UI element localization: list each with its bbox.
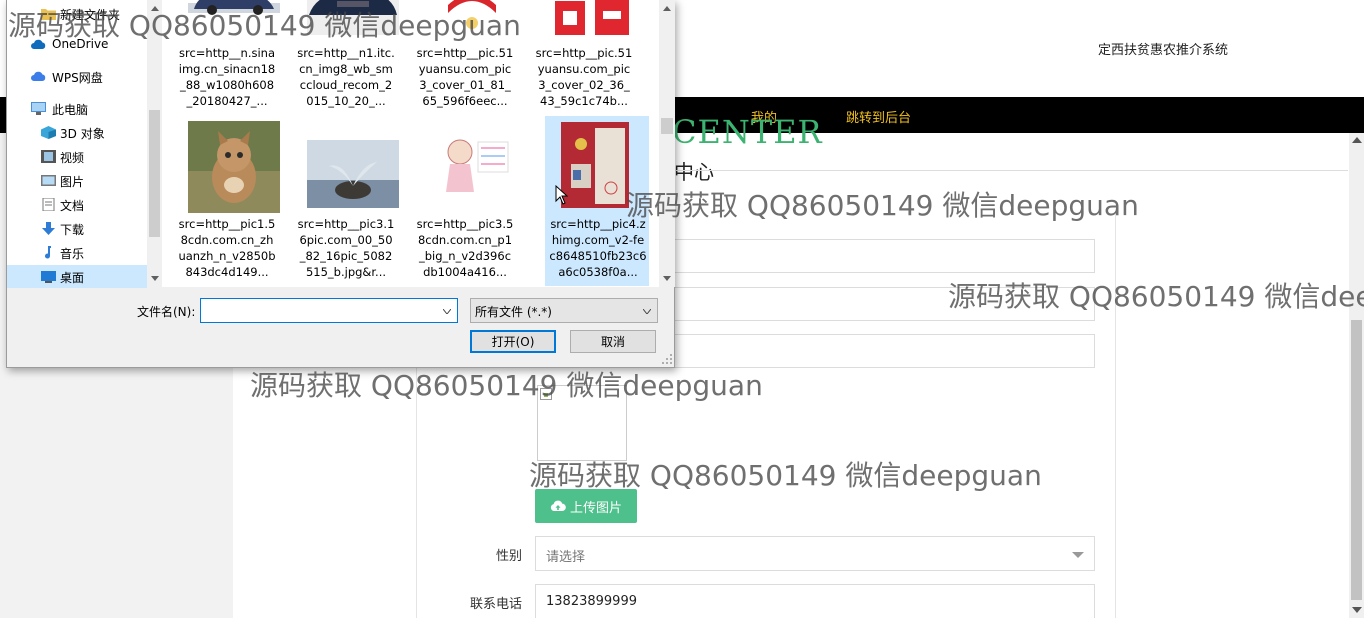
file-name: src=http__pic3.16pic.com_00_50_82_16pic_… [297, 217, 395, 279]
filetype-value: 所有文件 (*.*) [475, 305, 552, 319]
cube-icon [41, 126, 56, 139]
music-icon [45, 246, 51, 259]
file-item[interactable]: src=http__pic.51yuansu.com_pic3_cover_02… [531, 0, 637, 113]
video-icon [41, 150, 56, 163]
red-logo-thumbnail-icon [545, 0, 637, 35]
chevron-down-icon[interactable] [643, 309, 651, 314]
file-item[interactable]: src=http__pic1.58cdn.com.cn_zhuanzh_n_v2… [174, 116, 280, 286]
sprout-thumbnail-icon [307, 140, 399, 208]
nav-item-wps[interactable]: WPS网盘 [7, 65, 147, 88]
file-open-dialog: 新建文件夹 OneDrive WPS网盘 此电脑 3D 对象 视频 图片 文档 [6, 0, 675, 368]
gender-label: 性别 [495, 549, 522, 564]
nav-item-music[interactable]: 音乐 [7, 241, 147, 264]
download-icon [42, 222, 55, 235]
watermark: 源码获取 QQ86050149 微信deepguan [626, 189, 1139, 222]
nav-item-desktop[interactable]: 桌面 [7, 265, 147, 288]
file-name: src=http__pic1.58cdn.com.cn_zhuanzh_n_v2… [178, 217, 276, 279]
file-thumbnail [188, 121, 280, 213]
kitten-thumbnail-icon [188, 121, 280, 213]
file-list-scrollbar-thumb[interactable] [661, 118, 673, 134]
watermark: 源码获取 QQ86050149 微信deepguan [948, 280, 1364, 313]
desktop-icon [41, 271, 56, 283]
file-scroll-up-icon[interactable] [663, 6, 671, 11]
file-name: src=http__n1.itc.cn_img8_wb_smccloud_rec… [297, 46, 395, 108]
mouse-cursor-icon [555, 185, 569, 205]
watermark: 源码获取 QQ86050149 微信deepguan [8, 9, 521, 42]
scroll-down-arrow-icon[interactable] [1352, 607, 1362, 613]
file-item[interactable]: src=http__pic3.16pic.com_00_50_82_16pic_… [293, 116, 399, 286]
cancel-button[interactable]: 取消 [570, 330, 656, 353]
file-name: src=http__pic4.zhimg.com_v2-fec8648510fb… [549, 217, 647, 279]
file-name: src=http__n.sinaimg.cn_sinacn18_88_w1080… [178, 46, 276, 108]
upload-image-button[interactable]: 上传图片 [535, 489, 637, 523]
page-scrollbar-thumb[interactable] [1351, 320, 1362, 600]
site-title: 定西扶贫惠农推介系统 [1098, 43, 1229, 58]
file-thumbnail [561, 122, 629, 208]
document-icon [42, 198, 55, 211]
file-name: src=http__pic.51yuansu.com_pic3_cover_01… [416, 46, 514, 108]
picture-icon [41, 175, 56, 186]
nav-scroll-down-icon[interactable] [151, 276, 159, 281]
nav-item-pictures[interactable]: 图片 [7, 169, 147, 192]
file-thumbnail [426, 132, 518, 208]
nav-item-videos[interactable]: 视频 [7, 145, 147, 168]
cartoon-girl-thumbnail-icon [426, 132, 518, 208]
scroll-up-arrow-icon[interactable] [1352, 137, 1362, 143]
filename-input[interactable] [200, 298, 458, 323]
nav-item-3d-objects[interactable]: 3D 对象 [7, 121, 147, 144]
nav-item-this-pc[interactable]: 此电脑 [7, 97, 147, 120]
file-list-scrollbar[interactable] [659, 0, 675, 287]
watermark: 源码获取 QQ86050149 微信deepguan [250, 369, 763, 402]
cloud-icon [31, 71, 46, 81]
phone-input[interactable]: 13823899999 [535, 584, 1095, 618]
filename-label: 文件名(N): [137, 305, 196, 319]
upload-button-label: 上传图片 [569, 500, 622, 516]
nav-item-admin[interactable]: 跳转到后台 [846, 107, 911, 126]
file-name: src=http__pic.51yuansu.com_pic3_cover_02… [535, 46, 633, 108]
computer-icon [31, 102, 46, 115]
file-item[interactable]: src=http__pic3.58cdn.com.cn_p1_big_n_v2d… [412, 116, 518, 286]
file-name: src=http__pic3.58cdn.com.cn_p1_big_n_v2d… [416, 217, 514, 279]
divider [672, 170, 1348, 171]
phone-label: 联系电话 [469, 597, 522, 612]
gender-select[interactable]: 请选择 [535, 536, 1095, 571]
upload-cloud-icon [550, 500, 566, 512]
filetype-select[interactable]: 所有文件 (*.*) [470, 298, 658, 323]
nav-item-documents[interactable]: 文档 [7, 193, 147, 216]
file-thumbnail [545, 0, 637, 35]
nav-item-downloads[interactable]: 下载 [7, 217, 147, 240]
center-heading-letters: CENTER [672, 113, 823, 151]
chevron-down-icon[interactable] [443, 309, 451, 314]
file-thumbnail [307, 140, 399, 208]
resize-grip-icon[interactable] [662, 354, 672, 364]
chevron-down-icon [1072, 552, 1084, 558]
gender-placeholder: 请选择 [546, 550, 586, 565]
nav-pane-scrollbar-thumb[interactable] [149, 110, 160, 237]
phone-value: 13823899999 [546, 594, 637, 609]
certificate-thumbnail-icon [561, 122, 629, 208]
open-button[interactable]: 打开(O) [470, 330, 556, 353]
watermark: 源码获取 QQ86050149 微信deepguan [529, 459, 1042, 492]
file-scroll-down-icon[interactable] [663, 276, 671, 281]
